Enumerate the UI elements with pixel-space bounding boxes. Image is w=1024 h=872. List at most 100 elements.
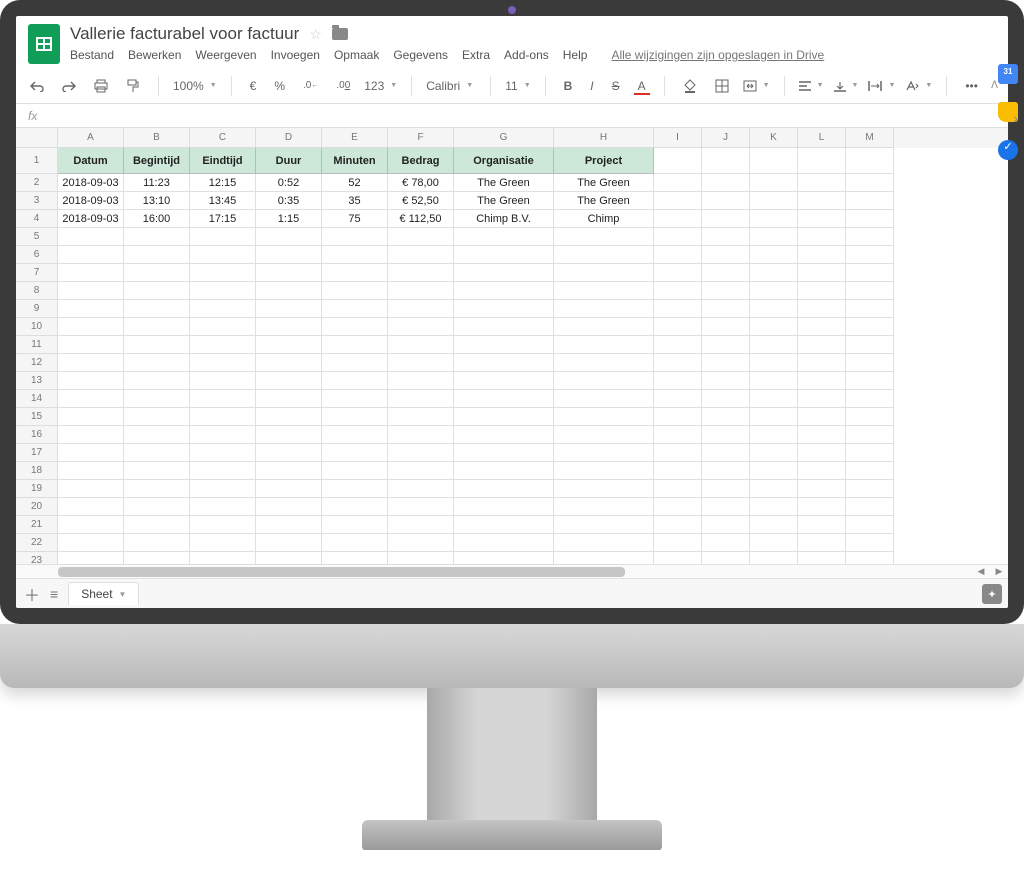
- cell-M17[interactable]: [846, 444, 894, 462]
- cell-E14[interactable]: [322, 390, 388, 408]
- cell-D12[interactable]: [256, 354, 322, 372]
- cell-J9[interactable]: [702, 300, 750, 318]
- cell-G16[interactable]: [454, 426, 554, 444]
- font-select[interactable]: Calibri: [426, 79, 476, 93]
- cell-D15[interactable]: [256, 408, 322, 426]
- row-header-23[interactable]: 23: [16, 552, 58, 564]
- cell-C12[interactable]: [190, 354, 256, 372]
- row-header-7[interactable]: 7: [16, 264, 58, 282]
- fontsize-select[interactable]: 11: [505, 79, 530, 93]
- formula-input[interactable]: [52, 104, 1008, 127]
- row-header-9[interactable]: 9: [16, 300, 58, 318]
- cell-I18[interactable]: [654, 462, 702, 480]
- cell-A18[interactable]: [58, 462, 124, 480]
- cell-E7[interactable]: [322, 264, 388, 282]
- cell-F11[interactable]: [388, 336, 454, 354]
- cell-M22[interactable]: [846, 534, 894, 552]
- cell-L15[interactable]: [798, 408, 846, 426]
- cell-M23[interactable]: [846, 552, 894, 564]
- cell-K17[interactable]: [750, 444, 798, 462]
- menu-gegevens[interactable]: Gegevens: [393, 48, 448, 62]
- cell-L9[interactable]: [798, 300, 846, 318]
- cell-E4[interactable]: 75: [322, 210, 388, 228]
- cell-H12[interactable]: [554, 354, 654, 372]
- bold-button[interactable]: B: [560, 77, 577, 95]
- tasks-icon[interactable]: [998, 140, 1008, 160]
- cell-C14[interactable]: [190, 390, 256, 408]
- cell-B17[interactable]: [124, 444, 190, 462]
- cell-L3[interactable]: [798, 192, 846, 210]
- cell-M6[interactable]: [846, 246, 894, 264]
- cell-K23[interactable]: [750, 552, 798, 564]
- cell-H4[interactable]: Chimp: [554, 210, 654, 228]
- cell-B19[interactable]: [124, 480, 190, 498]
- cell-I12[interactable]: [654, 354, 702, 372]
- cell-K22[interactable]: [750, 534, 798, 552]
- merge-cells-icon[interactable]: [743, 80, 770, 92]
- cell-C23[interactable]: [190, 552, 256, 564]
- cell-A4[interactable]: 2018-09-03: [58, 210, 124, 228]
- cell-B7[interactable]: [124, 264, 190, 282]
- cell-M5[interactable]: [846, 228, 894, 246]
- cell-F23[interactable]: [388, 552, 454, 564]
- cell-J6[interactable]: [702, 246, 750, 264]
- row-header-12[interactable]: 12: [16, 354, 58, 372]
- cell-L2[interactable]: [798, 174, 846, 192]
- menu-bestand[interactable]: Bestand: [70, 48, 114, 62]
- cell-K14[interactable]: [750, 390, 798, 408]
- cell-L5[interactable]: [798, 228, 846, 246]
- row-header-4[interactable]: 4: [16, 210, 58, 228]
- cell-C11[interactable]: [190, 336, 256, 354]
- format-currency[interactable]: €: [246, 77, 261, 95]
- cell-J13[interactable]: [702, 372, 750, 390]
- cell-G17[interactable]: [454, 444, 554, 462]
- folder-icon[interactable]: [332, 28, 348, 40]
- horizontal-scrollbar[interactable]: ◀▶: [16, 564, 1008, 578]
- cell-G10[interactable]: [454, 318, 554, 336]
- sheet-tab-dropdown-icon[interactable]: ▼: [119, 590, 127, 599]
- row-header-13[interactable]: 13: [16, 372, 58, 390]
- sheet-list-button[interactable]: ≡: [50, 586, 58, 602]
- print-icon[interactable]: [90, 77, 112, 95]
- paint-format-icon[interactable]: [122, 77, 144, 95]
- cell-I10[interactable]: [654, 318, 702, 336]
- fill-color-icon[interactable]: [679, 77, 701, 95]
- cell-D2[interactable]: 0:52: [256, 174, 322, 192]
- cell-G1[interactable]: Organisatie: [454, 148, 554, 174]
- cell-L8[interactable]: [798, 282, 846, 300]
- cell-G13[interactable]: [454, 372, 554, 390]
- row-header-1[interactable]: 1: [16, 148, 58, 174]
- cell-I20[interactable]: [654, 498, 702, 516]
- cell-D6[interactable]: [256, 246, 322, 264]
- cell-I21[interactable]: [654, 516, 702, 534]
- undo-icon[interactable]: [26, 78, 48, 94]
- increase-decimal[interactable]: .00: [332, 78, 354, 93]
- cell-K4[interactable]: [750, 210, 798, 228]
- cell-E11[interactable]: [322, 336, 388, 354]
- cell-L16[interactable]: [798, 426, 846, 444]
- cell-E19[interactable]: [322, 480, 388, 498]
- cell-I5[interactable]: [654, 228, 702, 246]
- cell-E20[interactable]: [322, 498, 388, 516]
- cell-A5[interactable]: [58, 228, 124, 246]
- row-header-2[interactable]: 2: [16, 174, 58, 192]
- cell-G21[interactable]: [454, 516, 554, 534]
- col-header-D[interactable]: D: [256, 128, 322, 148]
- col-header-L[interactable]: L: [798, 128, 846, 148]
- cell-G3[interactable]: The Green: [454, 192, 554, 210]
- row-header-18[interactable]: 18: [16, 462, 58, 480]
- cell-K2[interactable]: [750, 174, 798, 192]
- italic-button[interactable]: I: [586, 77, 597, 95]
- cell-L18[interactable]: [798, 462, 846, 480]
- cell-D7[interactable]: [256, 264, 322, 282]
- cell-C6[interactable]: [190, 246, 256, 264]
- cell-B10[interactable]: [124, 318, 190, 336]
- cell-K12[interactable]: [750, 354, 798, 372]
- cell-H15[interactable]: [554, 408, 654, 426]
- borders-icon[interactable]: [711, 77, 733, 95]
- cell-M8[interactable]: [846, 282, 894, 300]
- cell-G15[interactable]: [454, 408, 554, 426]
- cell-B18[interactable]: [124, 462, 190, 480]
- cell-J19[interactable]: [702, 480, 750, 498]
- cell-K9[interactable]: [750, 300, 798, 318]
